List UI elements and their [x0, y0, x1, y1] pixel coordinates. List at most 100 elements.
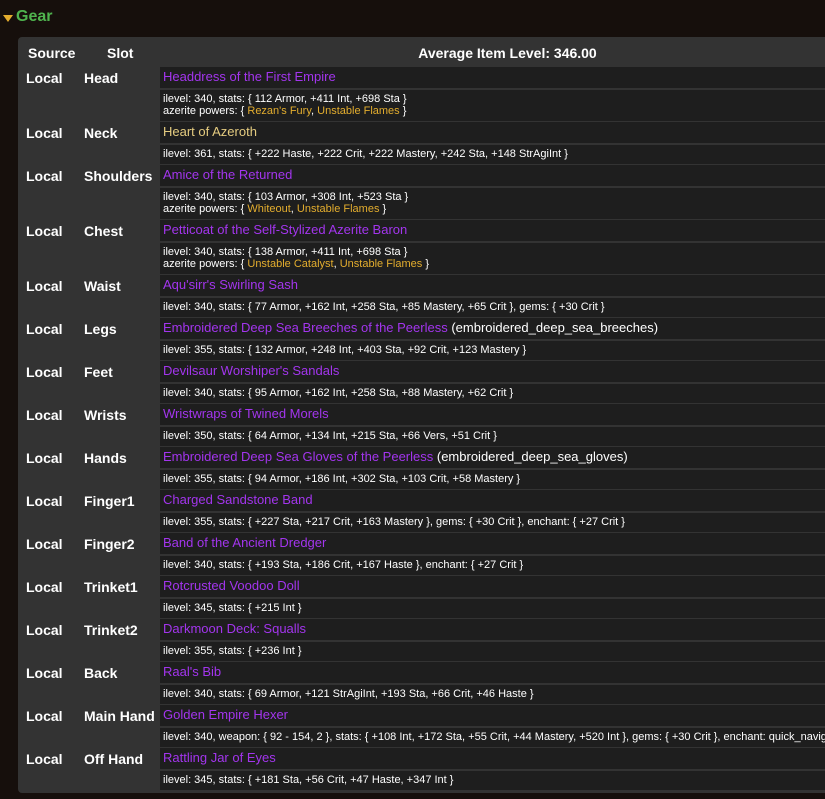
azerite-powers: azerite powers: { Whiteout, Unstable Fla…	[163, 203, 386, 215]
item-name: Charged Sandstone Band	[163, 492, 313, 507]
item-stats: ilevel: 340, stats: { 103 Armor, +308 In…	[163, 191, 409, 203]
table-row: Local Main Hand Golden Empire Hexer ilevel:…	[18, 705, 825, 748]
section-title: Gear	[16, 8, 53, 25]
azerite-label: azerite powers: {	[163, 258, 248, 270]
slot-cell: Trinket1	[84, 579, 138, 595]
slot-cell: Hands	[84, 450, 127, 466]
item-link[interactable]: Devilsaur Worshiper's Sandals	[163, 363, 339, 378]
azerite-power-link[interactable]: Unstable Flames	[297, 203, 380, 215]
item-link[interactable]: Petticoat of the Self-Stylized Azerite B…	[163, 222, 407, 237]
item-detail-cell: ilevel: 340, stats: { 138 Armor, +411 In…	[160, 243, 825, 274]
item-detail-cell: ilevel: 340, stats: { 103 Armor, +308 In…	[160, 188, 825, 219]
item-name: Aqu'sirr's Swirling Sash	[163, 277, 299, 292]
slot-cell: Back	[84, 665, 118, 681]
item-name-cell: Golden Empire Hexer	[160, 705, 825, 726]
slot-cell: Head	[84, 70, 119, 86]
azerite-close: }	[399, 105, 407, 117]
source-cell: Local	[26, 622, 63, 638]
item-name: Devilsaur Worshiper's Sandals	[163, 363, 340, 378]
item-name: Headdress of the First Empire	[163, 69, 336, 84]
item-link[interactable]: Rattling Jar of Eyes	[163, 750, 276, 765]
item-name-cell: Embroidered Deep Sea Breeches of the Pee…	[160, 318, 825, 339]
source-cell: Local	[26, 751, 63, 767]
source-cell: Local	[26, 168, 63, 184]
source-cell: Local	[26, 708, 63, 724]
item-stats: ilevel: 340, stats: { 112 Armor, +411 In…	[163, 93, 407, 105]
item-name-cell: Rattling Jar of Eyes	[160, 748, 825, 769]
gear-section-toggle[interactable]: Gear	[0, 5, 52, 29]
item-link[interactable]: Charged Sandstone Band	[163, 492, 313, 507]
item-name: Darkmoon Deck: Squalls	[163, 621, 307, 636]
item-link[interactable]: Wristwraps of Twined Morels	[163, 406, 329, 421]
item-name: Rattling Jar of Eyes	[163, 750, 276, 765]
source-cell: Local	[26, 407, 63, 423]
source-cell: Local	[26, 223, 63, 239]
slot-cell: Off Hand	[84, 751, 144, 767]
item-link[interactable]: Headdress of the First Empire	[163, 69, 336, 84]
item-link[interactable]: Golden Empire Hexer	[163, 707, 288, 722]
item-name: Rotcrusted Voodoo Doll	[163, 578, 300, 593]
slot-cell: Trinket2	[84, 622, 138, 638]
item-link[interactable]: Band of the Ancient Dredger	[163, 535, 326, 550]
item-name-cell: Wristwraps of Twined Morels	[160, 404, 825, 425]
source-cell: Local	[26, 450, 63, 466]
item-detail-cell: ilevel: 361, stats: { +222 Haste, +222 C…	[160, 145, 825, 164]
azerite-powers: azerite powers: { Rezan's Fury, Unstable…	[163, 105, 406, 117]
source-cell: Local	[26, 278, 63, 294]
item-stats: ilevel: 345, stats: { +215 Int }	[163, 602, 302, 614]
item-detail-cell: ilevel: 340, stats: { 69 Armor, +121 Str…	[160, 685, 825, 704]
item-stats: ilevel: 355, stats: { 94 Armor, +186 Int…	[163, 473, 521, 485]
item-name-cell: Devilsaur Worshiper's Sandals	[160, 361, 825, 382]
slot-cell: Shoulders	[84, 168, 153, 184]
item-detail-cell: ilevel: 345, stats: { +215 Int }	[160, 599, 825, 618]
item-name-cell: Charged Sandstone Band	[160, 490, 825, 511]
item-name-cell: Rotcrusted Voodoo Doll	[160, 576, 825, 597]
item-link[interactable]: Amice of the Returned	[163, 167, 292, 182]
source-cell: Local	[26, 579, 63, 595]
azerite-power-link[interactable]: Unstable Catalyst	[247, 258, 333, 270]
item-detail-cell: ilevel: 355, stats: { +236 Int }	[160, 642, 825, 661]
slot-cell: Neck	[84, 125, 118, 141]
item-link[interactable]: Aqu'sirr's Swirling Sash	[163, 277, 298, 292]
item-name: Wristwraps of Twined Morels	[163, 406, 329, 421]
table-row: Local Waist Aqu'sirr's Swirling Sash ilevel…	[18, 275, 825, 318]
item-name: Embroidered Deep Sea Gloves of the Peerl…	[163, 449, 434, 464]
azerite-power-link[interactable]: Whiteout	[247, 203, 290, 215]
table-row: Local Head Headdress of the First Empire il…	[18, 67, 825, 122]
slot-cell: Feet	[84, 364, 113, 380]
item-detail-cell: ilevel: 355, stats: { 94 Armor, +186 Int…	[160, 470, 825, 489]
item-link[interactable]: Rotcrusted Voodoo Doll	[163, 578, 300, 593]
item-link[interactable]: Heart of Azeroth	[163, 124, 257, 139]
slot-cell: Waist	[84, 278, 121, 294]
azerite-power-link[interactable]: Rezan's Fury	[247, 105, 311, 117]
item-stats: ilevel: 350, stats: { 64 Armor, +134 Int…	[163, 430, 497, 442]
item-stats: ilevel: 345, stats: { +181 Sta, +56 Crit…	[163, 774, 454, 786]
item-name-cell: Amice of the Returned	[160, 165, 825, 186]
item-link[interactable]: Embroidered Deep Sea Gloves of the Peerl…	[163, 449, 628, 464]
item-token: (embroidered_deep_sea_gloves)	[433, 449, 628, 464]
item-detail-cell: ilevel: 355, stats: { 132 Armor, +248 In…	[160, 341, 825, 360]
item-detail-cell: ilevel: 340, stats: { 77 Armor, +162 Int…	[160, 298, 825, 317]
item-detail-cell: ilevel: 345, stats: { +181 Sta, +56 Crit…	[160, 771, 825, 790]
item-detail-cell: ilevel: 355, stats: { +227 Sta, +217 Cri…	[160, 513, 825, 532]
item-name-cell: Darkmoon Deck: Squalls	[160, 619, 825, 640]
source-cell: Local	[26, 364, 63, 380]
item-link[interactable]: Embroidered Deep Sea Breeches of the Pee…	[163, 320, 658, 335]
source-cell: Local	[26, 493, 63, 509]
azerite-close: }	[422, 258, 429, 270]
item-name-cell: Headdress of the First Empire	[160, 67, 825, 88]
item-stats: ilevel: 340, stats: { 69 Armor, +121 Str…	[163, 688, 534, 700]
item-link[interactable]: Raal's Bib	[163, 664, 221, 679]
item-name: Petticoat of the Self-Stylized Azerite B…	[163, 222, 408, 237]
azerite-power-link[interactable]: Unstable Flames	[317, 105, 400, 117]
slot-cell: Main Hand	[84, 708, 155, 724]
azerite-power-link[interactable]: Unstable Flames	[340, 258, 423, 270]
source-cell: Local	[26, 125, 63, 141]
header-slot: Slot	[107, 45, 134, 61]
item-name: Embroidered Deep Sea Breeches of the Pee…	[163, 320, 448, 335]
item-link[interactable]: Darkmoon Deck: Squalls	[163, 621, 306, 636]
table-row: Local Trinket2 Darkmoon Deck: Squalls ileve…	[18, 619, 825, 662]
item-name: Heart of Azeroth	[163, 124, 257, 139]
item-detail-cell: ilevel: 340, stats: { 112 Armor, +411 In…	[160, 90, 825, 121]
source-cell: Local	[26, 70, 63, 86]
